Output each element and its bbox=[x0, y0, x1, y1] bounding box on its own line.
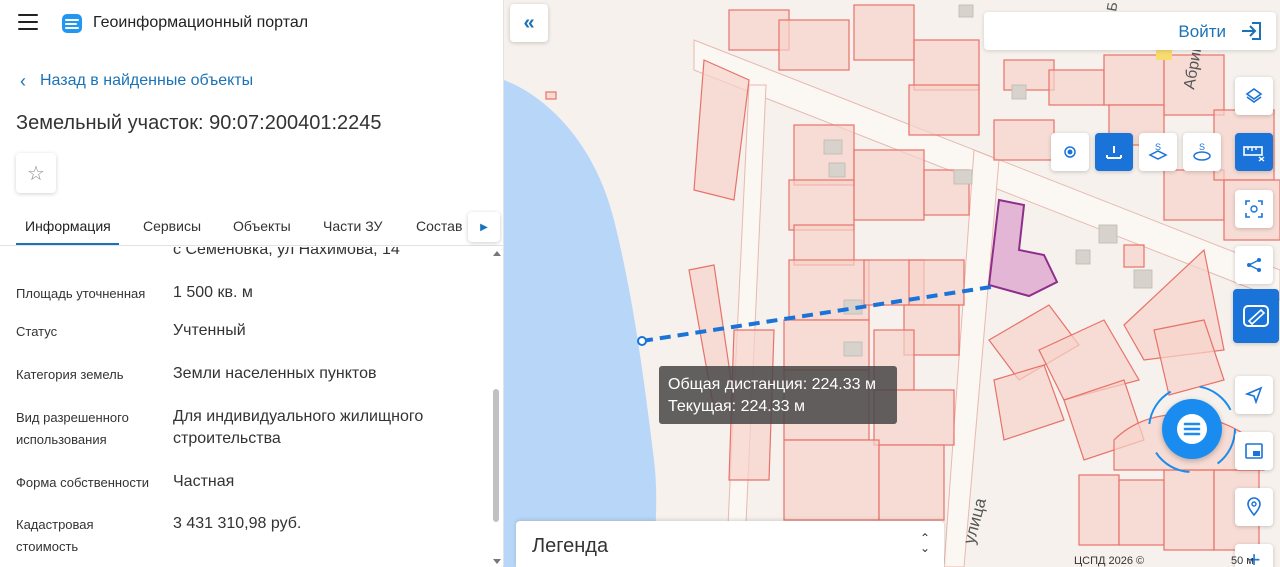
area-value: 1 500 кв. м bbox=[173, 284, 253, 301]
info-list: с Семеновка, ул Нахимова, 14 Площадь уто… bbox=[0, 247, 490, 567]
location-search-icon bbox=[1247, 497, 1261, 517]
tab-services[interactable]: Сервисы bbox=[143, 218, 201, 234]
map-canvas[interactable]: Абрик улица Б bbox=[504, 0, 1280, 567]
address-value: с Семеновка, ул Нахимова, 14 bbox=[173, 247, 400, 258]
login-button[interactable]: Войти bbox=[1178, 22, 1226, 42]
share-icon bbox=[1247, 258, 1261, 272]
geolocation-button[interactable] bbox=[1235, 376, 1273, 414]
measure-point-button[interactable] bbox=[1051, 133, 1089, 171]
layers-icon bbox=[1245, 88, 1263, 103]
measure-circle-button[interactable]: S bbox=[1183, 133, 1221, 171]
distance-tooltip: Общая дистанция: 224.33 м Текущая: 224.3… bbox=[659, 366, 897, 424]
chevron-left-icon: ‹ bbox=[20, 70, 26, 91]
back-label: Назад в найденные объекты bbox=[40, 72, 254, 89]
chat-icon bbox=[1177, 414, 1207, 444]
selected-parcel[interactable] bbox=[987, 198, 1059, 298]
svg-text:S: S bbox=[1155, 142, 1161, 152]
current-distance-text: Текущая: 224.33 м bbox=[668, 398, 805, 415]
land-category-label: Категория земель bbox=[16, 367, 124, 382]
collapse-panel-button[interactable]: « bbox=[510, 4, 548, 42]
cadastral-cost-value: 3 431 310,98 руб. bbox=[173, 515, 302, 532]
select-area-button[interactable] bbox=[1235, 190, 1273, 228]
tab-composition[interactable]: Состав bbox=[416, 218, 462, 234]
minimap-button[interactable] bbox=[1235, 432, 1273, 470]
info-scrollbar[interactable] bbox=[490, 247, 502, 567]
share-button[interactable] bbox=[1235, 246, 1273, 284]
portal-logo-icon bbox=[62, 14, 82, 33]
navigation-arrow-icon bbox=[1245, 386, 1263, 404]
chat-button[interactable] bbox=[1162, 399, 1222, 459]
tab-parts[interactable]: Части ЗУ bbox=[323, 218, 382, 234]
measurement-start-point[interactable] bbox=[637, 336, 647, 346]
permitted-use-label: Вид разрешенного использования bbox=[16, 410, 129, 447]
circle-area-icon: S bbox=[1193, 142, 1211, 161]
menu-icon[interactable] bbox=[18, 14, 38, 32]
login-icon[interactable] bbox=[1240, 21, 1262, 41]
star-icon: ☆ bbox=[27, 162, 45, 185]
status-value: Учтенный bbox=[173, 322, 246, 339]
ownership-label: Форма собственности bbox=[16, 475, 150, 490]
cadastral-parcels bbox=[545, 4, 1280, 551]
scroll-up-arrow-icon[interactable] bbox=[493, 251, 501, 256]
area-label: Площадь уточненная bbox=[16, 286, 146, 301]
info-panel: Геоинформационный портал ‹ Назад в найде… bbox=[0, 0, 504, 567]
legend-panel[interactable]: Легенда ⌃ ⌄ bbox=[516, 521, 944, 567]
scroll-thumb[interactable] bbox=[493, 389, 499, 522]
svg-text:S: S bbox=[1199, 142, 1205, 152]
favorite-button[interactable]: ☆ bbox=[16, 153, 56, 193]
measure-distance-button[interactable] bbox=[1095, 133, 1133, 171]
measure-tools-button[interactable] bbox=[1235, 133, 1273, 171]
double-chevron-left-icon: « bbox=[523, 11, 535, 34]
back-link[interactable]: ‹ Назад в найденные объекты bbox=[20, 70, 253, 92]
scroll-down-arrow-icon[interactable] bbox=[493, 559, 501, 564]
expand-collapse-icon: ⌃ ⌄ bbox=[919, 531, 930, 555]
measure-area-button[interactable]: S bbox=[1139, 133, 1177, 171]
ruler-icon bbox=[1243, 146, 1265, 162]
login-bar: Войти bbox=[984, 12, 1276, 50]
layers-button[interactable] bbox=[1235, 77, 1273, 115]
object-title: Земельный участок: 90:07:200401:2245 bbox=[16, 112, 382, 134]
water-body bbox=[504, 80, 657, 567]
quick-access-button[interactable] bbox=[1233, 289, 1279, 343]
scale-label: 50 м bbox=[1231, 555, 1254, 567]
minimap-icon bbox=[1245, 443, 1263, 459]
point-icon bbox=[1064, 146, 1076, 158]
triangle-right-icon: ▶ bbox=[480, 221, 488, 233]
top-bar: Геоинформационный портал bbox=[0, 0, 503, 48]
tab-objects[interactable]: Объекты bbox=[233, 218, 291, 234]
active-tab-indicator bbox=[16, 243, 119, 245]
legend-title: Легенда bbox=[532, 535, 609, 557]
tabs-scroll-right-button[interactable]: ▶ bbox=[468, 212, 500, 242]
copyright-text: ЦСПД 2026 © bbox=[1074, 555, 1145, 567]
app: Геоинформационный портал ‹ Назад в найде… bbox=[0, 0, 1280, 567]
land-category-value: Земли населенных пунктов bbox=[173, 365, 377, 382]
map-edit-icon bbox=[1243, 305, 1269, 327]
poi-marker bbox=[1156, 50, 1172, 60]
total-distance-text: Общая дистанция: 224.33 м bbox=[668, 376, 876, 393]
tab-bar: Информация Сервисы Объекты Части ЗУ Сост… bbox=[0, 210, 503, 246]
street-label-fragment: Б bbox=[1103, 1, 1120, 13]
map-view[interactable]: Абрик улица Б « Войти S S + Общая дистан… bbox=[504, 0, 1280, 567]
app-title: Геоинформационный портал bbox=[93, 14, 309, 31]
search-location-button[interactable] bbox=[1235, 488, 1273, 526]
area-icon: S bbox=[1148, 142, 1168, 160]
cadastral-cost-label: Кадастровая стоимость bbox=[16, 517, 94, 554]
status-label: Статус bbox=[16, 324, 58, 339]
ownership-value: Частная bbox=[173, 473, 235, 490]
permitted-use-value: Для индивидуального жилищного строительс… bbox=[173, 408, 424, 447]
ruler-line-icon bbox=[1106, 146, 1122, 159]
select-frame-icon bbox=[1245, 200, 1263, 218]
tab-info[interactable]: Информация bbox=[25, 218, 111, 234]
